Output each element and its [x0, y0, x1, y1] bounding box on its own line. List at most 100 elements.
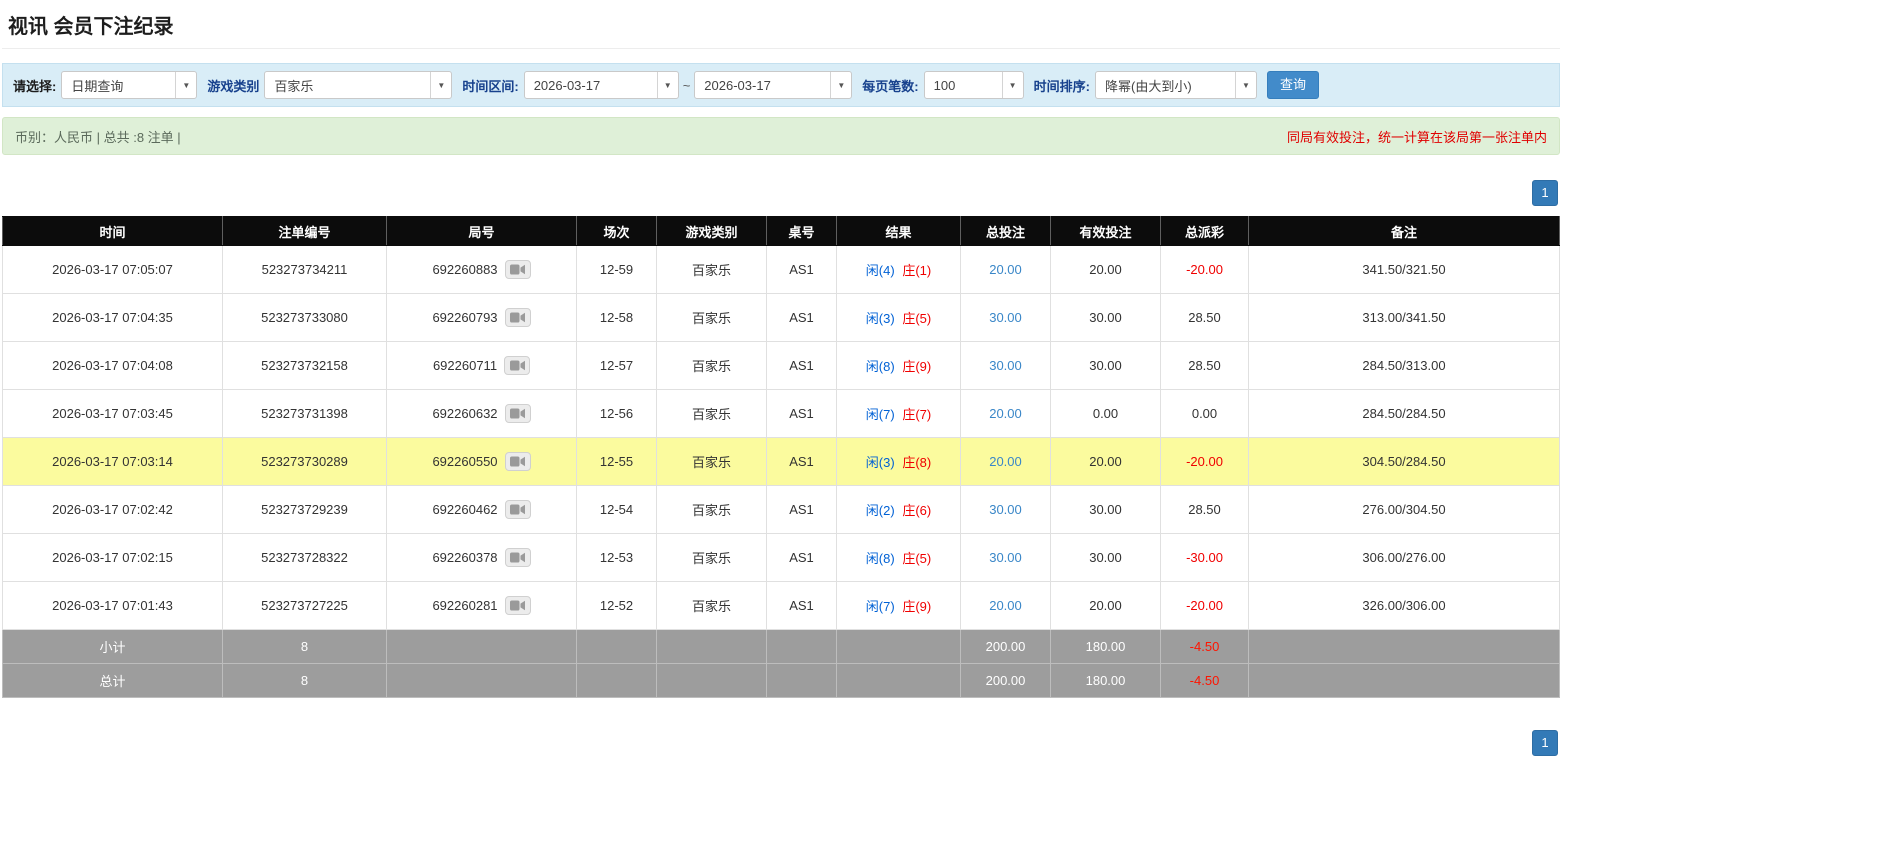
table-row: 2026-03-17 07:02:42 523273729239 6922604…: [2, 485, 1560, 534]
date-to-dropdown[interactable]: 2026-03-17 ▼: [694, 71, 853, 99]
summary-count: 8: [222, 663, 387, 698]
result-player: 闲(7): [865, 599, 895, 614]
round-id-text: 692260711: [432, 358, 498, 373]
search-button[interactable]: 查询: [1266, 71, 1319, 99]
video-replay-button[interactable]: [504, 548, 531, 567]
video-replay-button[interactable]: [504, 452, 531, 471]
game-type-label: 游戏类别: [207, 78, 260, 94]
cell-round-id: 692260378: [386, 533, 577, 582]
summary-row: 总计 8 200.00 180.00 -4.50: [2, 663, 1560, 698]
video-camera-icon: [509, 360, 525, 371]
result-banker: 庄(1): [902, 263, 932, 278]
cell-time: 2026-03-17 07:03:14: [2, 437, 223, 486]
total-bet-link[interactable]: 20.00: [989, 406, 1022, 421]
summary-payout: -4.50: [1160, 629, 1249, 664]
chevron-down-icon: ▼: [656, 72, 678, 98]
round-id-text: 692260793: [432, 310, 498, 325]
cell-total-bet: 30.00: [960, 293, 1051, 342]
time-sort-label: 时间排序:: [1033, 78, 1090, 94]
cell-time: 2026-03-17 07:03:45: [2, 389, 223, 438]
result-player: 闲(8): [865, 359, 895, 374]
cell-bet-id: 523273733080: [222, 293, 387, 342]
cell-table-no: AS1: [766, 245, 837, 294]
round-id-text: 692260462: [432, 502, 498, 517]
round-id-text: 692260378: [432, 550, 498, 565]
cell-result: 闲(8) 庄(5): [836, 533, 961, 582]
cell-valid-bet: 30.00: [1050, 485, 1161, 534]
cell-result: 闲(8) 庄(9): [836, 341, 961, 390]
summary-empty-cell: [386, 663, 577, 698]
total-bet-link[interactable]: 20.00: [989, 598, 1022, 613]
cell-round-id: 692260793: [386, 293, 577, 342]
video-replay-button[interactable]: [504, 500, 531, 519]
total-bet-link[interactable]: 30.00: [989, 502, 1022, 517]
cell-valid-bet: 30.00: [1050, 293, 1161, 342]
video-replay-button[interactable]: [504, 308, 531, 327]
cell-session: 12-55: [576, 437, 657, 486]
video-replay-button[interactable]: [504, 596, 531, 615]
cell-bet-id: 523273730289: [222, 437, 387, 486]
cell-table-no: AS1: [766, 581, 837, 630]
cell-round-id: 692260462: [386, 485, 577, 534]
video-camera-icon: [510, 600, 526, 611]
column-header: 备注: [1248, 216, 1560, 246]
video-replay-button[interactable]: [504, 260, 531, 279]
cell-result: 闲(4) 庄(1): [836, 245, 961, 294]
page-size-value: 100: [933, 77, 956, 93]
date-from-value: 2026-03-17: [533, 77, 601, 93]
cell-session: 12-52: [576, 581, 657, 630]
time-sort-dropdown[interactable]: 降幂(由大到小) ▼: [1094, 71, 1257, 99]
cell-time: 2026-03-17 07:02:42: [2, 485, 223, 534]
cell-payout: 28.50: [1160, 341, 1249, 390]
cell-valid-bet: 30.00: [1050, 533, 1161, 582]
summary-empty-cell: [656, 629, 767, 664]
chevron-down-icon: ▼: [1001, 72, 1023, 98]
cell-payout: -20.00: [1160, 581, 1249, 630]
cell-payout: 28.50: [1160, 293, 1249, 342]
table-row: 2026-03-17 07:04:08 523273732158 6922607…: [2, 341, 1560, 390]
cell-total-bet: 20.00: [960, 437, 1051, 486]
video-camera-icon: [510, 264, 526, 275]
cell-session: 12-54: [576, 485, 657, 534]
cell-time: 2026-03-17 07:02:15: [2, 533, 223, 582]
result-banker: 庄(6): [902, 503, 932, 518]
select-mode-dropdown[interactable]: 日期查询 ▼: [61, 71, 198, 99]
bet-records-table: 时间 注单编号 局号 场次 游戏类别 桌号 结果 总投注 有效投注 总派彩 备注 2026-03-1…: [2, 216, 1560, 698]
cell-valid-bet: 30.00: [1050, 341, 1161, 390]
cell-game-type: 百家乐: [656, 485, 767, 534]
game-type-dropdown[interactable]: 百家乐 ▼: [264, 71, 453, 99]
summary-empty-cell: [1248, 663, 1560, 698]
page-header: 视讯 会员下注纪录: [2, 0, 1560, 49]
page-1-button[interactable]: 1: [1532, 730, 1558, 756]
cell-time: 2026-03-17 07:04:35: [2, 293, 223, 342]
cell-table-no: AS1: [766, 437, 837, 486]
date-from-dropdown[interactable]: 2026-03-17 ▼: [523, 71, 679, 99]
summary-empty-cell: [836, 629, 961, 664]
page-1-button[interactable]: 1: [1532, 180, 1558, 206]
cell-total-bet: 20.00: [960, 389, 1051, 438]
cell-total-bet: 30.00: [960, 485, 1051, 534]
cell-table-no: AS1: [766, 533, 837, 582]
result-player: 闲(4): [865, 263, 895, 278]
cell-result: 闲(3) 庄(5): [836, 293, 961, 342]
cell-round-id: 692260711: [386, 341, 577, 390]
total-bet-link[interactable]: 30.00: [989, 358, 1022, 373]
table-header-row: 时间 注单编号 局号 场次 游戏类别 桌号 结果 总投注 有效投注 总派彩 备注: [2, 216, 1560, 246]
cell-game-type: 百家乐: [656, 293, 767, 342]
column-header: 桌号: [766, 216, 837, 246]
summary-empty-cell: [766, 663, 837, 698]
summary-valid-bet: 180.00: [1050, 663, 1161, 698]
total-bet-link[interactable]: 20.00: [989, 262, 1022, 277]
page-size-dropdown[interactable]: 100 ▼: [923, 71, 1024, 99]
cell-bet-id: 523273728322: [222, 533, 387, 582]
cell-result: 闲(2) 庄(6): [836, 485, 961, 534]
total-bet-link[interactable]: 30.00: [989, 550, 1022, 565]
video-replay-button[interactable]: [504, 404, 531, 423]
cell-game-type: 百家乐: [656, 341, 767, 390]
video-replay-button[interactable]: [504, 356, 531, 375]
round-id-text: 692260550: [432, 454, 498, 469]
cell-total-bet: 30.00: [960, 341, 1051, 390]
select-mode-value: 日期查询: [71, 78, 124, 94]
total-bet-link[interactable]: 30.00: [989, 310, 1022, 325]
total-bet-link[interactable]: 20.00: [989, 454, 1022, 469]
